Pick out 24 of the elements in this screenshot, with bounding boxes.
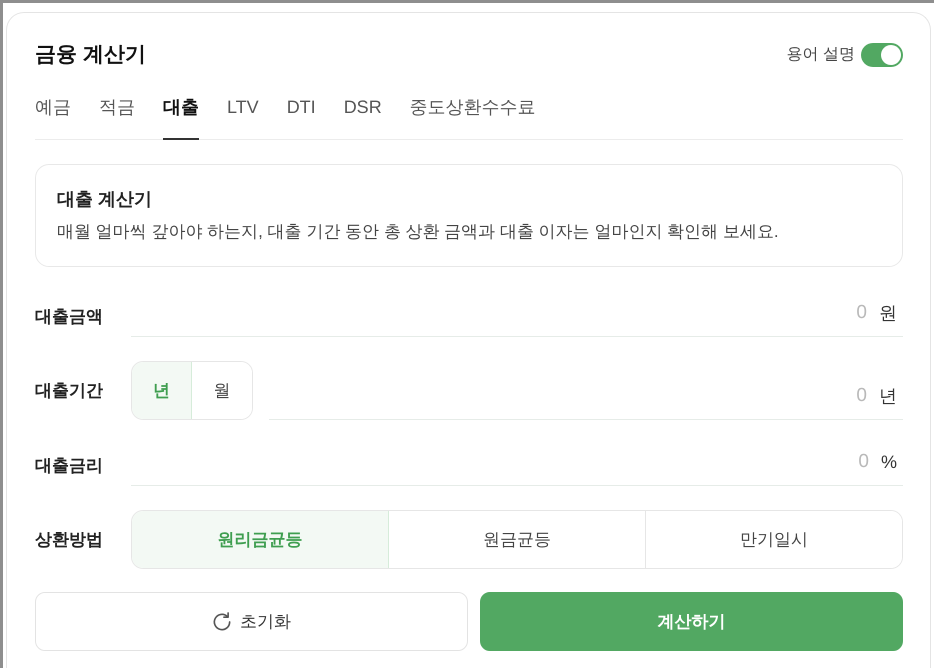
field-label: 대출금리 [35,455,104,477]
unit-label: % [880,450,897,474]
info-title: 대출 계산기 [57,188,154,211]
tab[interactable]: 대출 [163,95,199,140]
field-label: 상환방법 [35,528,104,550]
unit-label: 원 [879,302,897,324]
toggle-switch[interactable] [861,43,903,67]
tab[interactable]: DSR [344,95,382,140]
input-field[interactable]: 0 [131,442,869,485]
toggle-label: 용어 설명 [786,45,855,65]
tab[interactable]: DTI [286,95,316,140]
tab[interactable]: LTV [227,95,259,140]
input-field[interactable]: 0 [131,293,867,336]
unit-label: 년 [879,384,897,408]
reset-button[interactable]: 초기화 [35,592,468,651]
field-label: 대출금액 [35,306,104,328]
field-label: 대출기간 [35,380,104,402]
refresh-icon [212,612,232,632]
tab[interactable]: 중도상환수수료 [410,95,536,140]
app-title: 금융 계산기 [35,42,146,68]
tab[interactable]: 예금 [35,95,71,140]
tab[interactable]: 적금 [99,95,135,140]
input-field[interactable]: 0 [269,376,867,419]
info-description: 매월 얼마씩 갚아야 하는지, 대출 기간 동안 총 상환 금액과 대출 이자는 얼마인지 확인해 보세요. [57,221,780,243]
